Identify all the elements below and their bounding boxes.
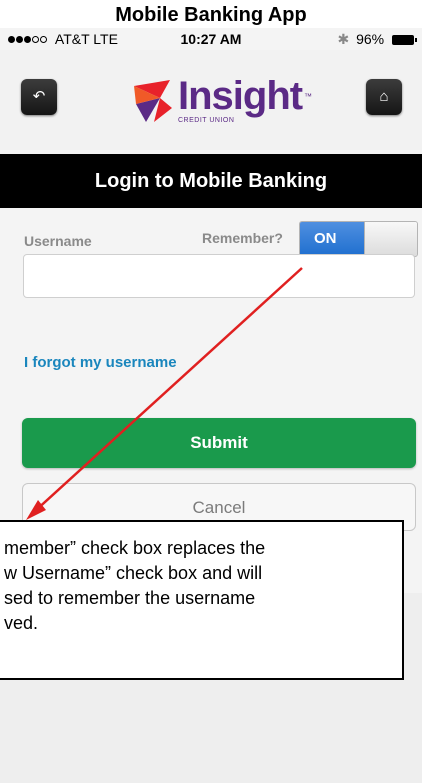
annotation-callout: member” check box replaces the w Usernam… — [0, 520, 404, 680]
annotation-line: ved. — [4, 613, 39, 633]
forgot-username-link[interactable]: I forgot my username — [24, 354, 177, 371]
home-icon: ⌂ — [379, 88, 389, 105]
toggle-on-label: ON — [300, 222, 364, 256]
document-title: Mobile Banking App — [115, 4, 307, 26]
status-right: ✱ 96% — [337, 31, 417, 48]
battery-icon — [392, 35, 417, 45]
remember-toggle[interactable]: ON — [299, 221, 418, 257]
username-label: Username — [24, 233, 92, 249]
submit-button[interactable]: Submit — [22, 418, 416, 468]
bluetooth-icon: ✱ — [337, 31, 350, 47]
username-input[interactable] — [23, 254, 415, 298]
login-title-bar: Login to Mobile Banking — [0, 154, 422, 208]
battery-percent: 96% — [356, 31, 385, 47]
home-button[interactable]: ⌂ — [366, 79, 402, 115]
remember-label: Remember? — [202, 230, 283, 246]
toggle-knob[interactable] — [364, 222, 417, 256]
logo-trademark: ™ — [304, 92, 312, 101]
back-button[interactable]: ↶ — [21, 79, 57, 115]
annotation-line: w Username” check box and will — [4, 563, 263, 583]
logo-mark-icon — [134, 80, 172, 122]
logo-subtext: CREDIT UNION — [178, 117, 235, 124]
login-title: Login to Mobile Banking — [94, 170, 328, 192]
back-icon: ↶ — [32, 88, 46, 105]
insight-logo: Insight ™ CREDIT UNION — [130, 74, 330, 128]
app-header: ↶ Insight ™ CREDIT UNION ⌂ — [0, 50, 422, 150]
logo-wordmark: Insight — [178, 74, 303, 118]
status-bar: AT&T LTE 10:27 AM ✱ 96% — [0, 28, 422, 50]
annotation-line: sed to remember the username — [4, 588, 256, 608]
annotation-line: member” check box replaces the — [4, 538, 266, 558]
